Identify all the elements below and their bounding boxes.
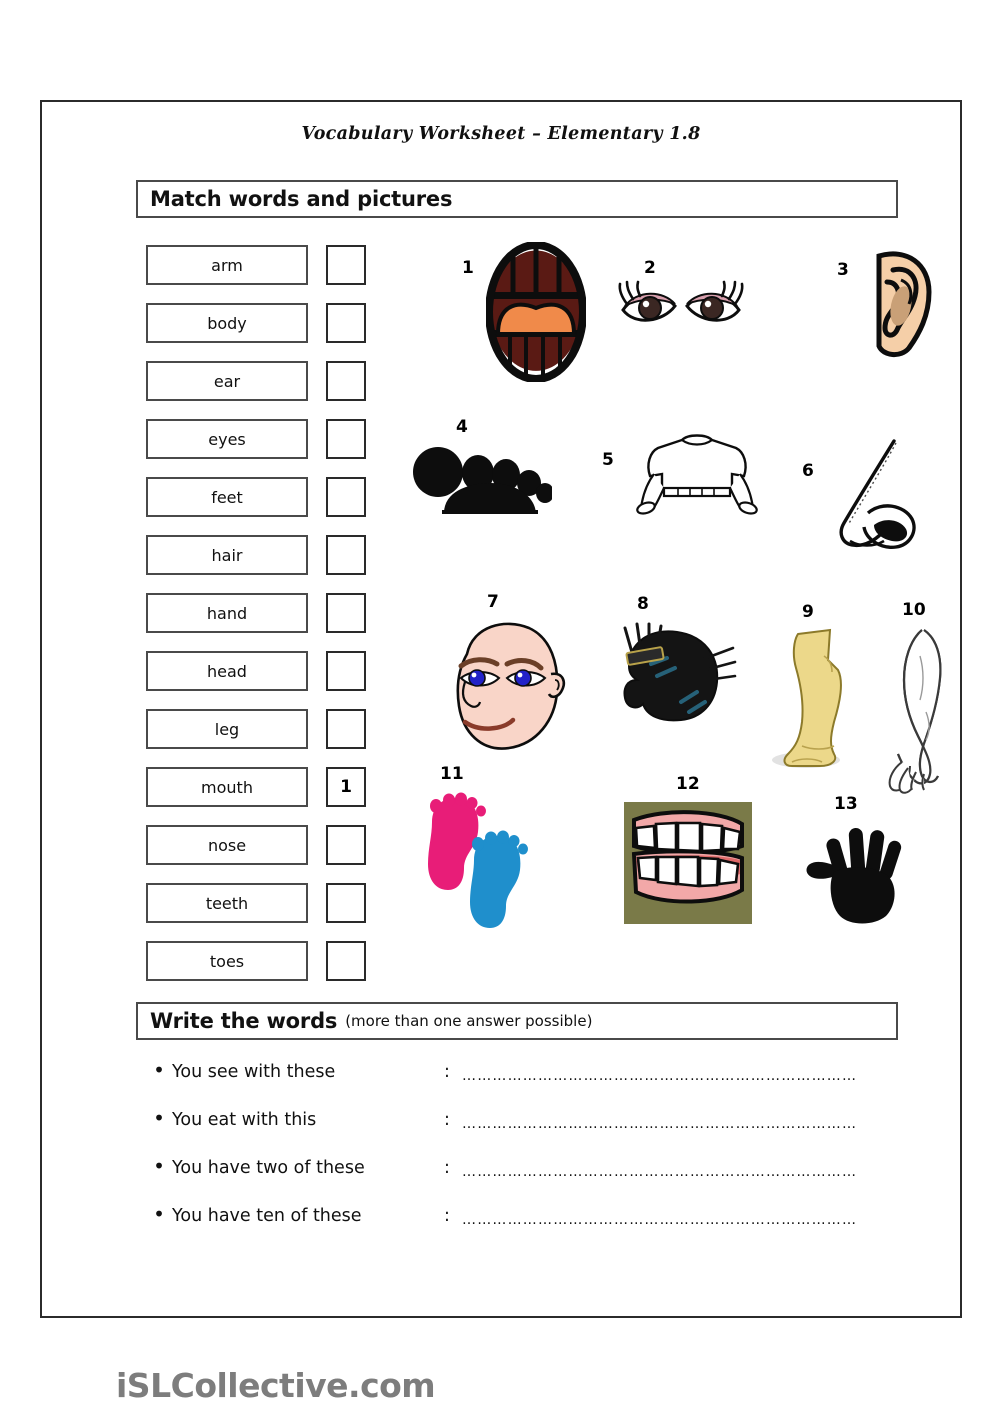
- picture-number-12: 12: [676, 774, 700, 794]
- word-box: toes: [146, 941, 308, 981]
- arm-icon: [880, 626, 960, 800]
- word-box: teeth: [146, 883, 308, 923]
- picture-number-6: 6: [802, 461, 814, 481]
- answer-box[interactable]: [326, 651, 366, 691]
- word-box: nose: [146, 825, 308, 865]
- word-row: ear: [146, 360, 378, 402]
- question-text: You have two of these: [172, 1158, 365, 1178]
- word-box: ear: [146, 361, 308, 401]
- word-list: arm body ear eyes feet hair hand head le…: [146, 244, 378, 998]
- word-box: arm: [146, 245, 308, 285]
- bullet-icon: •: [153, 1154, 165, 1178]
- word-row: mouth 1: [146, 766, 378, 808]
- answer-box[interactable]: [326, 535, 366, 575]
- word-row: teeth: [146, 882, 378, 924]
- word-row: hair: [146, 534, 378, 576]
- question-colon: :: [444, 1110, 450, 1130]
- feet-icon: [420, 790, 550, 934]
- section-header-match: Match words and pictures: [136, 180, 898, 218]
- question-text: You see with these: [172, 1062, 336, 1082]
- answer-line[interactable]: ……………………………………………………………………: [462, 1116, 908, 1132]
- question-row: • You have two of these : ………………………………………: [146, 1156, 908, 1204]
- answer-box[interactable]: [326, 419, 366, 459]
- word-row: feet: [146, 476, 378, 518]
- picture-number-8: 8: [637, 594, 649, 614]
- section-header-write-note: (more than one answer possible): [345, 1012, 593, 1030]
- bullet-icon: •: [153, 1106, 165, 1130]
- question-row: • You eat with this : …………………………………………………: [146, 1108, 908, 1156]
- islcollective-logo: iSLCollective.com: [116, 1366, 436, 1405]
- answer-box[interactable]: [326, 245, 366, 285]
- answer-box[interactable]: 1: [326, 767, 366, 807]
- eyes-icon: [617, 278, 745, 352]
- bullet-icon: •: [153, 1202, 165, 1226]
- question-text: You have ten of these: [172, 1206, 362, 1226]
- word-row: eyes: [146, 418, 378, 460]
- toes-icon: [412, 445, 554, 519]
- answer-line[interactable]: ……………………………………………………………………: [462, 1212, 908, 1228]
- answer-box[interactable]: [326, 361, 366, 401]
- word-box: body: [146, 303, 308, 343]
- section-header-write-label: Write the words: [150, 1009, 338, 1033]
- word-row: nose: [146, 824, 378, 866]
- head-icon: [447, 616, 573, 760]
- answer-line[interactable]: ……………………………………………………………………: [462, 1164, 908, 1180]
- question-colon: :: [444, 1062, 450, 1082]
- picture-number-5: 5: [602, 450, 614, 470]
- picture-number-3: 3: [837, 260, 849, 280]
- word-row: hand: [146, 592, 378, 634]
- word-box: hand: [146, 593, 308, 633]
- hand-icon: [802, 820, 912, 934]
- picture-number-11: 11: [440, 764, 464, 784]
- word-box: leg: [146, 709, 308, 749]
- body-icon: [632, 432, 762, 526]
- question-colon: :: [444, 1158, 450, 1178]
- word-box: head: [146, 651, 308, 691]
- worksheet-page: Vocabulary Worksheet – Elementary 1.8 Ma…: [40, 100, 962, 1405]
- nose-icon: [834, 437, 920, 561]
- ear-icon: [863, 250, 935, 362]
- picture-number-2: 2: [644, 258, 656, 278]
- bullet-icon: •: [153, 1058, 165, 1082]
- picture-number-13: 13: [834, 794, 858, 814]
- answer-box[interactable]: [326, 709, 366, 749]
- leg-icon: [772, 626, 872, 780]
- question-colon: :: [444, 1206, 450, 1226]
- teeth-icon: [624, 802, 752, 928]
- answer-box[interactable]: [326, 303, 366, 343]
- answer-box[interactable]: [326, 825, 366, 865]
- question-text: You eat with this: [172, 1110, 317, 1130]
- answer-line[interactable]: ……………………………………………………………………: [462, 1068, 908, 1084]
- word-box: hair: [146, 535, 308, 575]
- word-row: leg: [146, 708, 378, 750]
- picture-number-4: 4: [456, 417, 468, 437]
- word-row: arm: [146, 244, 378, 286]
- picture-number-1: 1: [462, 258, 474, 278]
- section-header-write: Write the words (more than one answer po…: [136, 1002, 898, 1040]
- word-row: toes: [146, 940, 378, 982]
- word-box: mouth: [146, 767, 308, 807]
- questions-list: • You see with these : ………………………………………………: [146, 1060, 908, 1252]
- word-row: body: [146, 302, 378, 344]
- answer-box[interactable]: [326, 477, 366, 517]
- picture-grid: 1 2 3 4 5 6 7 8 9 10 11 12 13: [402, 218, 942, 982]
- word-box: feet: [146, 477, 308, 517]
- hair-icon: [597, 620, 737, 744]
- page-title: Vocabulary Worksheet – Elementary 1.8: [301, 124, 701, 144]
- picture-number-7: 7: [487, 592, 499, 612]
- picture-number-9: 9: [802, 602, 814, 622]
- word-row: head: [146, 650, 378, 692]
- question-row: • You have ten of these : ………………………………………: [146, 1204, 908, 1252]
- question-row: • You see with these : ………………………………………………: [146, 1060, 908, 1108]
- mouth-icon: [485, 218, 587, 413]
- picture-number-10: 10: [902, 600, 926, 620]
- word-box: eyes: [146, 419, 308, 459]
- answer-box[interactable]: [326, 593, 366, 633]
- section-header-match-label: Match words and pictures: [150, 187, 453, 211]
- answer-box[interactable]: [326, 883, 366, 923]
- answer-box[interactable]: [326, 941, 366, 981]
